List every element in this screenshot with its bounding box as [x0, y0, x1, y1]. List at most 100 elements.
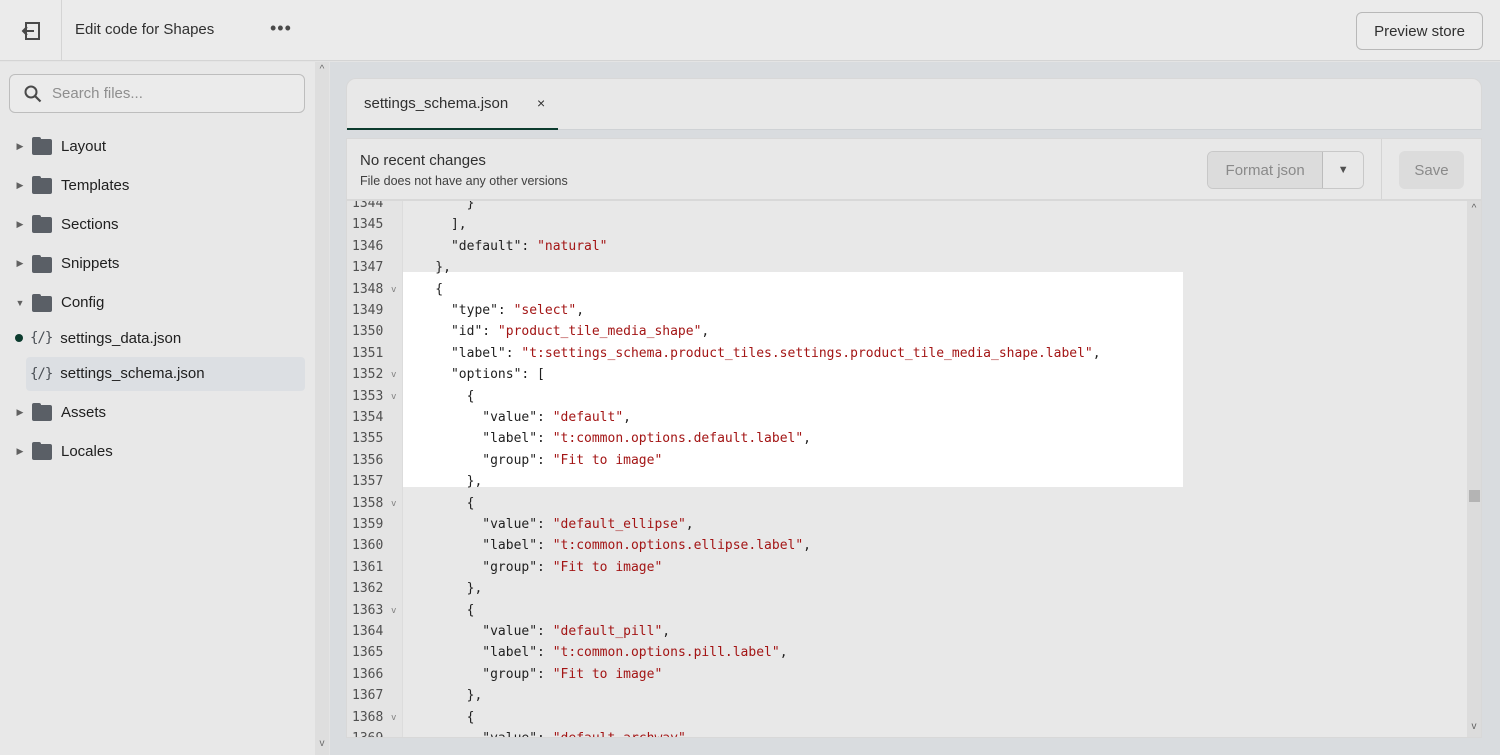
fold-chevron-icon[interactable]: v — [391, 387, 396, 408]
code-token: }, — [404, 474, 483, 490]
exit-icon — [21, 21, 40, 40]
folder-config[interactable]: ▼ Config — [0, 286, 104, 320]
line-number: 1352 — [352, 367, 384, 383]
caret-right-icon[interactable]: ▶ — [10, 446, 30, 457]
folder-templates[interactable]: ▶ Templates — [0, 168, 129, 202]
more-actions-button[interactable]: ••• — [270, 18, 292, 39]
code-text: "default": "natural" — [404, 236, 608, 257]
line-number: 1365 — [352, 645, 384, 661]
json-file-icon: {/} — [30, 330, 53, 346]
code-line: 1357 }, — [347, 471, 1465, 492]
string-token: "Fit to image" — [552, 452, 663, 468]
code-line: 1353 v { — [347, 386, 1465, 407]
code-text: { — [404, 600, 475, 621]
code-text: "label": "t:settings_schema.product_tile… — [404, 343, 1101, 364]
search-box[interactable] — [9, 74, 305, 113]
code-token: "default": — [404, 238, 538, 254]
code-token: , — [701, 324, 710, 340]
caret-right-icon[interactable]: ▶ — [10, 407, 30, 418]
code-token: , — [623, 410, 631, 425]
json-file-icon: {/} — [30, 365, 53, 382]
format-json-button[interactable]: Format json — [1208, 152, 1324, 188]
folder-sections[interactable]: ▶ Sections — [0, 207, 119, 241]
folder-icon — [32, 176, 52, 195]
string-token: "select" — [513, 303, 577, 318]
fold-chevron-icon[interactable]: v — [391, 708, 396, 729]
caret-right-icon[interactable]: ▶ — [10, 180, 30, 191]
scrollbar-thumb[interactable] — [1469, 490, 1480, 502]
code-token: }, — [404, 260, 451, 276]
fold-chevron-icon[interactable]: v — [391, 601, 396, 622]
line-number: 1358 — [352, 495, 384, 511]
preview-store-button[interactable]: Preview store — [1356, 12, 1483, 50]
line-number: 1357 — [352, 474, 384, 490]
file-settings-data-json[interactable]: {/} settings_data.json — [26, 321, 305, 355]
code-text: "group": "Fit to image" — [404, 450, 662, 471]
folder-locales[interactable]: ▶ Locales — [0, 434, 113, 468]
scroll-up-icon[interactable]: ^ — [1467, 203, 1481, 214]
scroll-up-icon[interactable]: ^ — [315, 64, 329, 75]
folder-snippets[interactable]: ▶ Snippets — [0, 247, 119, 281]
search-input[interactable] — [52, 85, 282, 102]
string-token: "t:settings_schema.product_tiles.setting… — [521, 345, 1093, 361]
code-line: 1346 "default": "natural" — [347, 236, 1465, 257]
code-token: "label": — [404, 645, 553, 661]
status-subtitle: File does not have any other versions — [360, 174, 568, 188]
line-number: 1351 — [352, 345, 384, 361]
scroll-down-icon[interactable]: v — [1467, 721, 1481, 732]
folder-assets[interactable]: ▶ Assets — [0, 395, 106, 429]
close-icon[interactable]: × — [537, 95, 545, 111]
tab-settings-schema[interactable]: settings_schema.json × — [347, 79, 558, 130]
fold-chevron-icon[interactable]: v — [391, 280, 396, 301]
caret-down-icon[interactable]: ▼ — [10, 298, 30, 308]
code-token: "label": — [404, 431, 553, 447]
search-icon — [24, 85, 42, 102]
caret-right-icon[interactable]: ▶ — [10, 141, 30, 152]
caret-right-icon[interactable]: ▶ — [10, 258, 30, 269]
fold-chevron-icon[interactable]: v — [391, 365, 396, 386]
code-line: 1366 "group": "Fit to image" — [347, 664, 1465, 685]
code-token: } — [404, 200, 475, 211]
code-line: 1367 }, — [347, 685, 1465, 706]
save-button[interactable]: Save — [1399, 151, 1464, 189]
editor-scrollbar[interactable]: ^ v — [1467, 201, 1481, 737]
code-text: }, — [404, 578, 483, 599]
string-token: "Fit to image" — [552, 559, 663, 575]
code-token: { — [404, 602, 475, 618]
code-text: "value": "default", — [404, 407, 631, 428]
code-line: 1361 "group": "Fit to image" — [347, 557, 1465, 578]
tab-label: settings_schema.json — [364, 95, 509, 112]
code-token: { — [404, 495, 475, 511]
file-settings-schema-json[interactable]: {/} settings_schema.json — [26, 356, 305, 391]
line-number: 1359 — [352, 517, 384, 532]
code-text: "label": "t:common.options.pill.label", — [404, 642, 787, 663]
sidebar-scrollbar[interactable]: ^ v — [315, 62, 329, 755]
fold-chevron-icon[interactable]: v — [391, 494, 396, 515]
folder-icon — [32, 403, 52, 421]
code-editor[interactable]: 1344 } 1345 ], 1346 "default": "natural" 13… — [346, 200, 1482, 738]
folder-icon — [32, 254, 52, 273]
code-line: 1363 v { — [347, 600, 1465, 621]
chevron-down-icon[interactable]: ▼ — [1323, 152, 1363, 188]
code-token: , — [662, 624, 671, 639]
code-line: 1355 "label": "t:common.options.default.… — [347, 428, 1465, 449]
line-number: 1369 — [352, 728, 392, 737]
code-line: 1364 "value": "default_pill", — [347, 621, 1465, 642]
string-token: "default_pill" — [552, 624, 663, 639]
folder-layout[interactable]: ▶ Layout — [0, 129, 106, 163]
code-text: { — [404, 386, 475, 407]
scroll-down-icon[interactable]: v — [315, 738, 329, 749]
code-line: 1358 v { — [347, 493, 1465, 514]
folder-label: Sections — [61, 215, 119, 233]
code-token: , — [686, 731, 694, 737]
code-text: "id": "product_tile_media_shape", — [404, 321, 709, 342]
code-text: "group": "Fit to image" — [404, 557, 662, 578]
code-line: 1348 v { — [347, 279, 1465, 300]
string-token: "product_tile_media_shape" — [497, 324, 702, 340]
line-number: 1353 — [352, 388, 384, 404]
line-number: 1350 — [352, 324, 384, 340]
caret-right-icon[interactable]: ▶ — [10, 219, 30, 230]
exit-button[interactable] — [0, 0, 62, 61]
folder-label: Locales — [61, 442, 113, 460]
line-number: 1356 — [352, 452, 384, 468]
